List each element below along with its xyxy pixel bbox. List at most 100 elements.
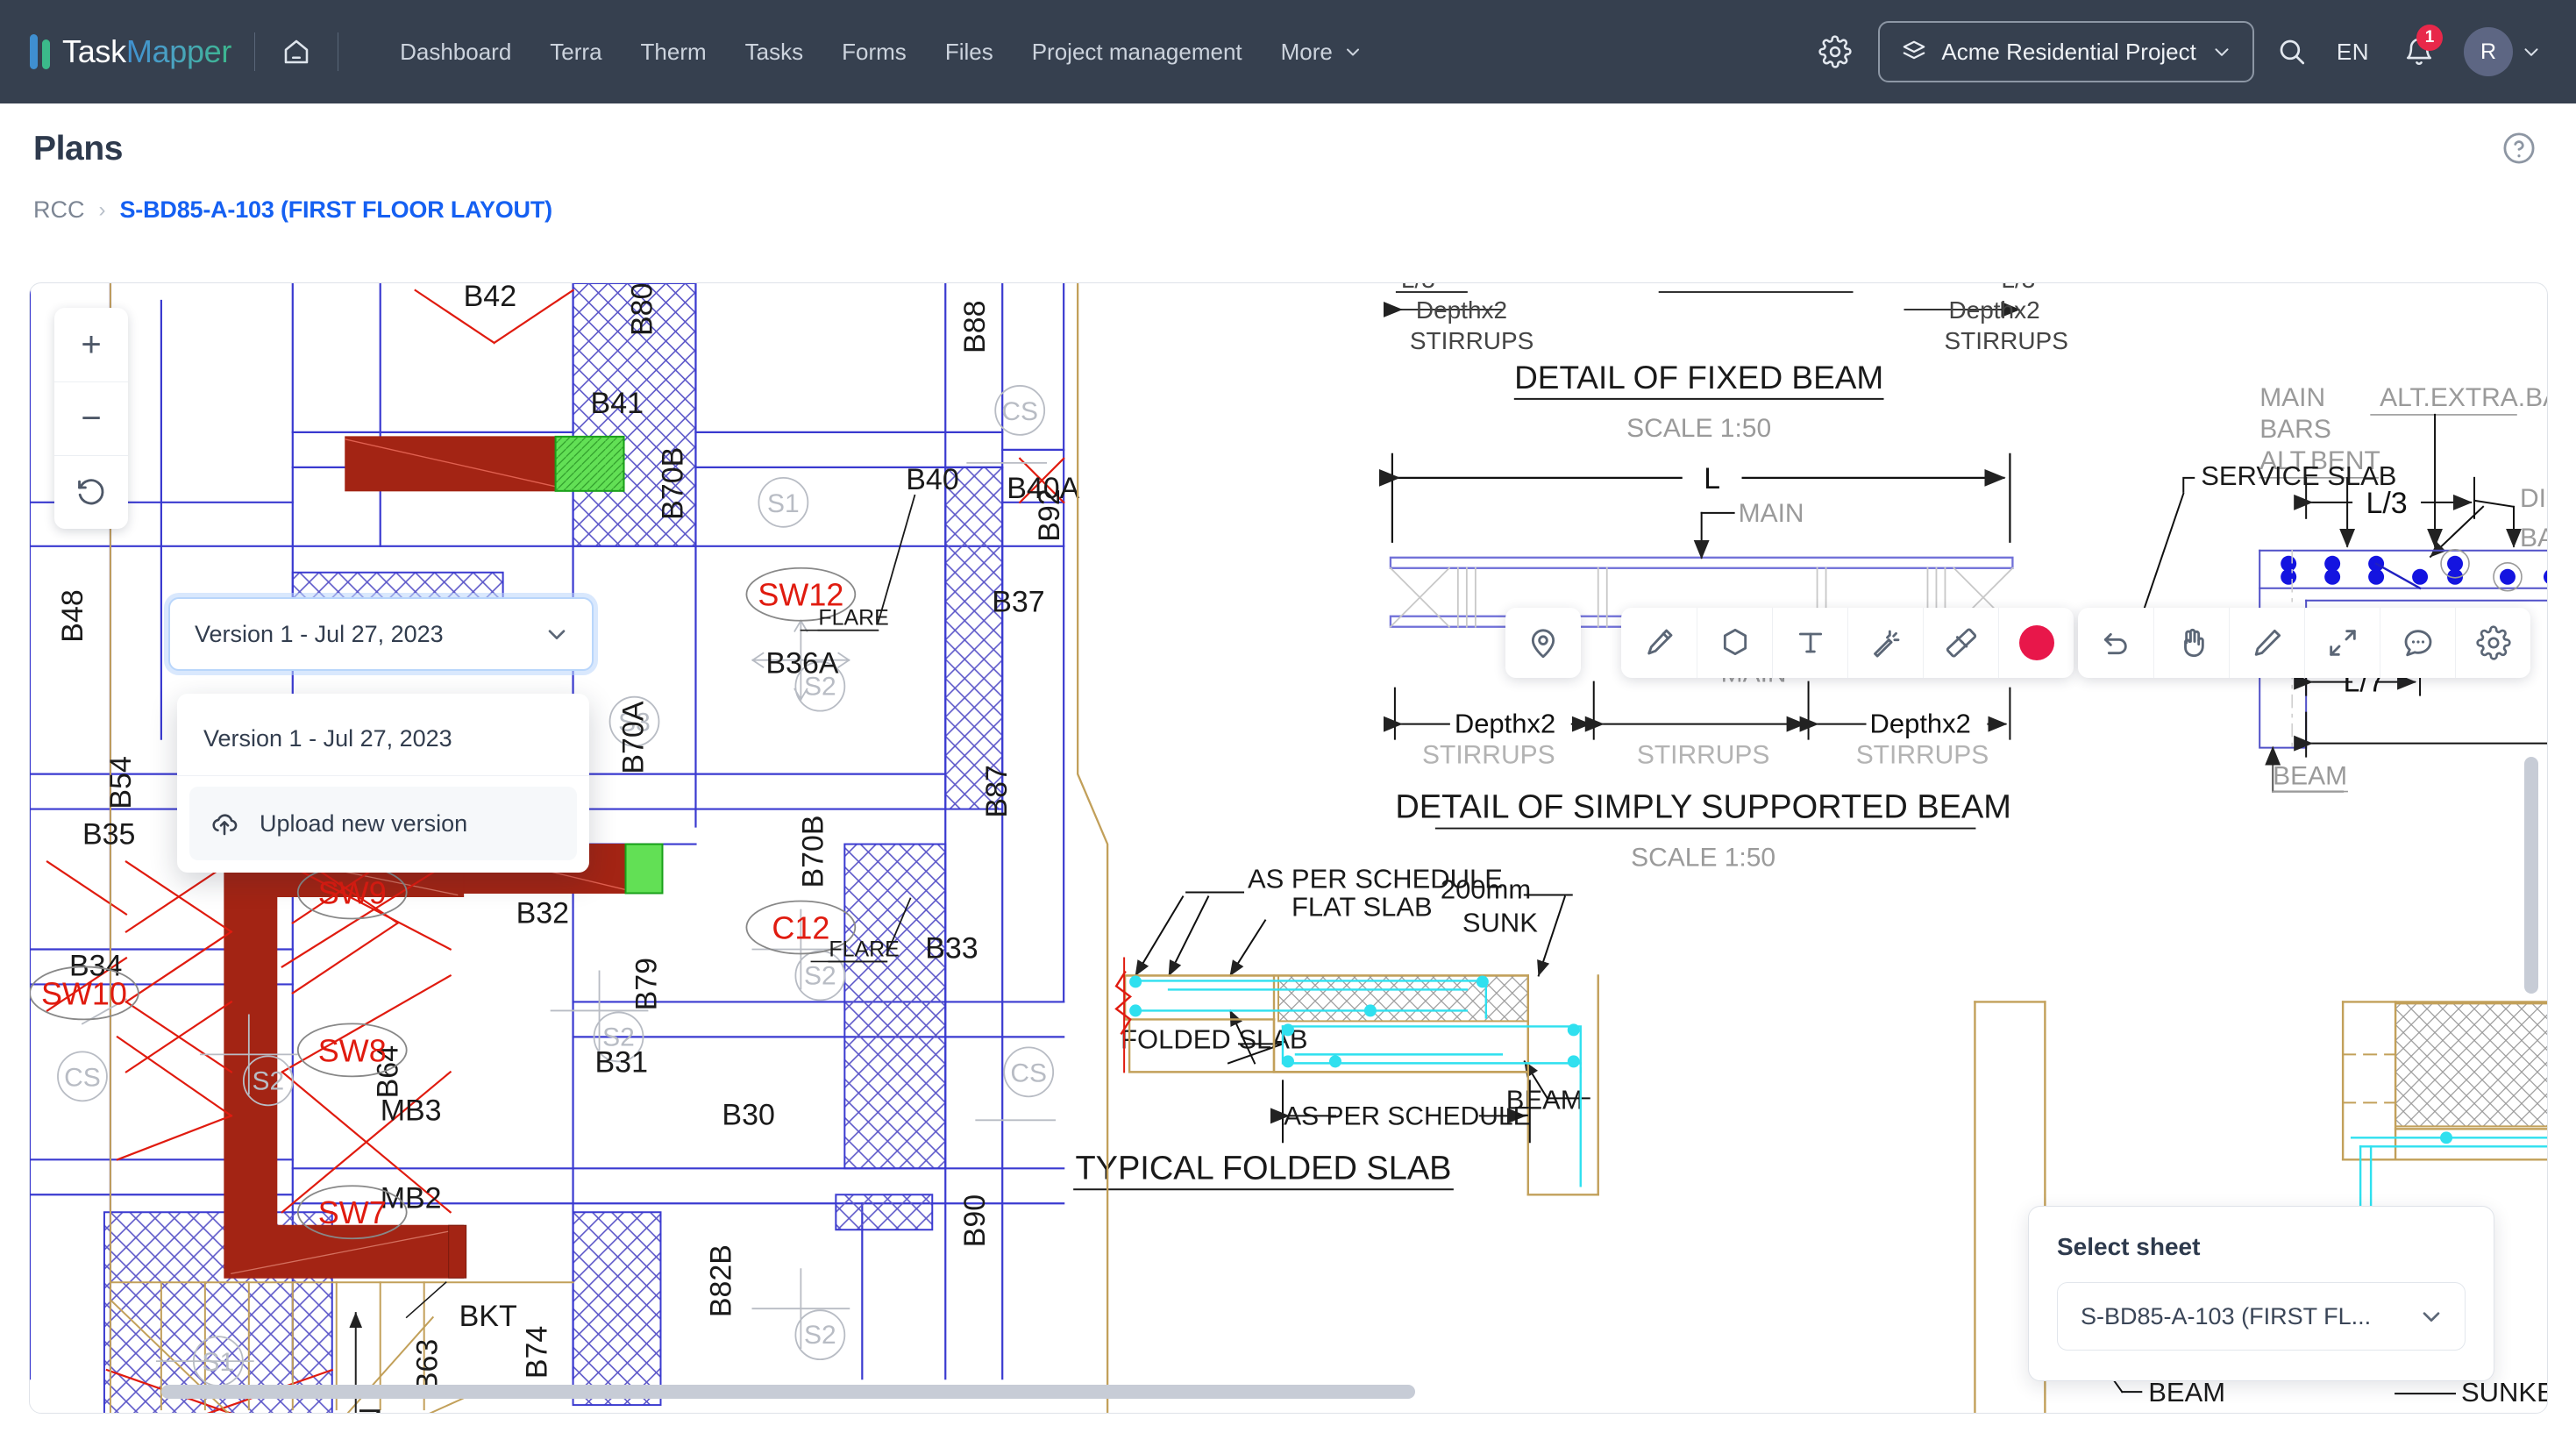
current-color-swatch bbox=[2018, 625, 2054, 660]
svg-text:DIST: DIST bbox=[2520, 484, 2547, 513]
svg-text:B30: B30 bbox=[722, 1098, 774, 1131]
hand-pan-icon[interactable] bbox=[2153, 608, 2229, 678]
svg-text:B90: B90 bbox=[958, 1194, 992, 1247]
svg-text:B37: B37 bbox=[992, 586, 1044, 619]
user-menu[interactable]: R bbox=[2464, 27, 2543, 76]
zoom-in-button[interactable]: + bbox=[54, 308, 128, 381]
settings-gear-icon[interactable] bbox=[2455, 608, 2530, 678]
svg-text:SERVICE SLAB: SERVICE SLAB bbox=[2201, 460, 2396, 491]
nav-link-terra[interactable]: Terra bbox=[530, 30, 621, 75]
svg-text:L: L bbox=[1704, 462, 1720, 495]
nav-link-label: Tasks bbox=[744, 38, 804, 65]
horizontal-scrollbar[interactable] bbox=[161, 1385, 1415, 1399]
page-header: Plans bbox=[0, 103, 2576, 168]
notifications-button[interactable]: 1 bbox=[2394, 25, 2444, 77]
svg-text:SUNKEN: SUNKEN bbox=[2461, 1377, 2547, 1408]
breadcrumb-separator: › bbox=[98, 197, 106, 222]
ruler-icon[interactable] bbox=[1923, 608, 1998, 678]
plan-viewer[interactable]: S2S2S2 S2S2S2 CSCSCS S3S1S1 S1 B42 B80 B… bbox=[29, 282, 2548, 1414]
svg-text:B36A: B36A bbox=[765, 647, 838, 681]
svg-text:STIRRUPS: STIRRUPS bbox=[1410, 327, 1534, 354]
nav-link-files[interactable]: Files bbox=[926, 30, 1013, 75]
svg-text:B88: B88 bbox=[958, 300, 992, 353]
svg-text:B92: B92 bbox=[1033, 488, 1066, 541]
reset-rotate-icon[interactable] bbox=[54, 455, 128, 529]
annotation-toolbar-actions bbox=[2078, 608, 2530, 678]
svg-text:MAIN: MAIN bbox=[1739, 499, 1804, 528]
nav-link-dashboard[interactable]: Dashboard bbox=[381, 30, 530, 75]
language-selector[interactable]: EN bbox=[2317, 39, 2388, 66]
svg-text:L/3: L/3 bbox=[1401, 283, 1435, 293]
text-tool-icon[interactable] bbox=[1772, 608, 1847, 678]
nav-link-label: More bbox=[1280, 38, 1333, 65]
page-title: Plans bbox=[33, 130, 124, 168]
zoom-controls: + − bbox=[54, 308, 128, 529]
nav-link-therm[interactable]: Therm bbox=[622, 30, 726, 75]
search-icon[interactable] bbox=[2266, 26, 2317, 77]
svg-text:FLARE: FLARE bbox=[829, 937, 899, 961]
undo-icon[interactable] bbox=[2078, 608, 2153, 678]
comment-icon[interactable] bbox=[2380, 608, 2455, 678]
fullscreen-expand-icon[interactable] bbox=[2304, 608, 2380, 678]
svg-text:STIRRUPS: STIRRUPS bbox=[1637, 741, 1770, 770]
magic-wand-icon[interactable] bbox=[1847, 608, 1923, 678]
nav-link-more[interactable]: More bbox=[1262, 30, 1383, 75]
upload-new-version-button[interactable]: Upload new version bbox=[189, 787, 577, 860]
svg-text:Depthx2: Depthx2 bbox=[1416, 296, 1507, 324]
project-selector[interactable]: Acme Residential Project bbox=[1878, 21, 2254, 82]
sheet-select-dropdown[interactable]: S-BD85-A-103 (FIRST FL... bbox=[2057, 1282, 2466, 1351]
svg-text:S1: S1 bbox=[203, 1348, 235, 1377]
hexagon-shape-icon[interactable] bbox=[1697, 608, 1772, 678]
help-circle-icon[interactable] bbox=[2501, 130, 2537, 167]
svg-text:B40: B40 bbox=[906, 463, 958, 496]
breadcrumb-root[interactable]: RCC bbox=[33, 196, 85, 224]
breadcrumb: RCC › S-BD85-A-103 (FIRST FLOOR LAYOUT) bbox=[0, 168, 2576, 224]
svg-text:B87: B87 bbox=[980, 765, 1014, 817]
main-nav-links: Dashboard Terra Therm Tasks Forms Files … bbox=[381, 30, 1383, 75]
app-logo[interactable]: TaskMapper bbox=[30, 33, 231, 70]
svg-text:S1: S1 bbox=[767, 489, 800, 518]
nav-link-tasks[interactable]: Tasks bbox=[726, 30, 822, 75]
svg-text:FLAT SLAB: FLAT SLAB bbox=[1292, 891, 1433, 922]
nav-link-label: Therm bbox=[640, 38, 707, 65]
sheet-select-value: S-BD85-A-103 (FIRST FL... bbox=[2081, 1302, 2372, 1329]
svg-text:B74: B74 bbox=[521, 1326, 554, 1379]
logo-wordmark: TaskMapper bbox=[62, 33, 231, 70]
version-option[interactable]: Version 1 - Jul 27, 2023 bbox=[177, 702, 589, 776]
breadcrumb-current[interactable]: S-BD85-A-103 (FIRST FLOOR LAYOUT) bbox=[120, 196, 553, 224]
color-swatch-icon[interactable] bbox=[1998, 608, 2074, 678]
svg-text:TYPICAL FOLDED SLAB: TYPICAL FOLDED SLAB bbox=[1075, 1150, 1451, 1187]
svg-text:SUNK: SUNK bbox=[1462, 907, 1538, 937]
version-select[interactable]: Version 1 - Jul 27, 2023 bbox=[168, 597, 594, 671]
map-pin-icon[interactable] bbox=[1505, 608, 1581, 678]
svg-text:C12: C12 bbox=[772, 909, 829, 945]
svg-text:FLARE: FLARE bbox=[818, 606, 888, 631]
home-icon[interactable] bbox=[278, 33, 315, 70]
svg-text:Depthx2: Depthx2 bbox=[1455, 709, 1555, 739]
pencil-icon[interactable] bbox=[2229, 608, 2304, 678]
svg-text:ALT.EXTRA.BAR: ALT.EXTRA.BAR bbox=[2380, 383, 2547, 412]
svg-text:CS: CS bbox=[1010, 1059, 1047, 1087]
svg-text:B35: B35 bbox=[82, 818, 135, 852]
version-select-value: Version 1 - Jul 27, 2023 bbox=[195, 620, 444, 647]
toolbar-group-actions bbox=[2078, 608, 2530, 678]
svg-text:DETAIL OF FIXED BEAM: DETAIL OF FIXED BEAM bbox=[1514, 360, 1883, 396]
svg-text:BAR: BAR bbox=[2520, 524, 2547, 552]
svg-text:STIRRUPS: STIRRUPS bbox=[1422, 741, 1555, 770]
svg-text:B33: B33 bbox=[925, 931, 978, 965]
svg-text:B70B: B70B bbox=[796, 815, 829, 887]
svg-text:SW7: SW7 bbox=[318, 1194, 387, 1230]
nav-link-forms[interactable]: Forms bbox=[822, 30, 926, 75]
nav-link-project-management[interactable]: Project management bbox=[1013, 30, 1262, 75]
svg-text:S2: S2 bbox=[804, 961, 836, 990]
svg-text:SCALE 1:50: SCALE 1:50 bbox=[1631, 844, 1775, 873]
top-navigation-bar: TaskMapper Dashboard Terra Therm Tasks F… bbox=[0, 0, 2576, 103]
nav-divider-left bbox=[254, 32, 256, 71]
chevron-down-icon bbox=[2423, 1312, 2440, 1322]
gear-icon[interactable] bbox=[1810, 26, 1861, 77]
vertical-scrollbar[interactable] bbox=[2524, 757, 2538, 994]
svg-text:B82B: B82B bbox=[704, 1244, 737, 1317]
brush-icon[interactable] bbox=[1621, 608, 1697, 678]
zoom-out-button[interactable]: − bbox=[54, 381, 128, 455]
svg-text:SW10: SW10 bbox=[41, 975, 127, 1011]
